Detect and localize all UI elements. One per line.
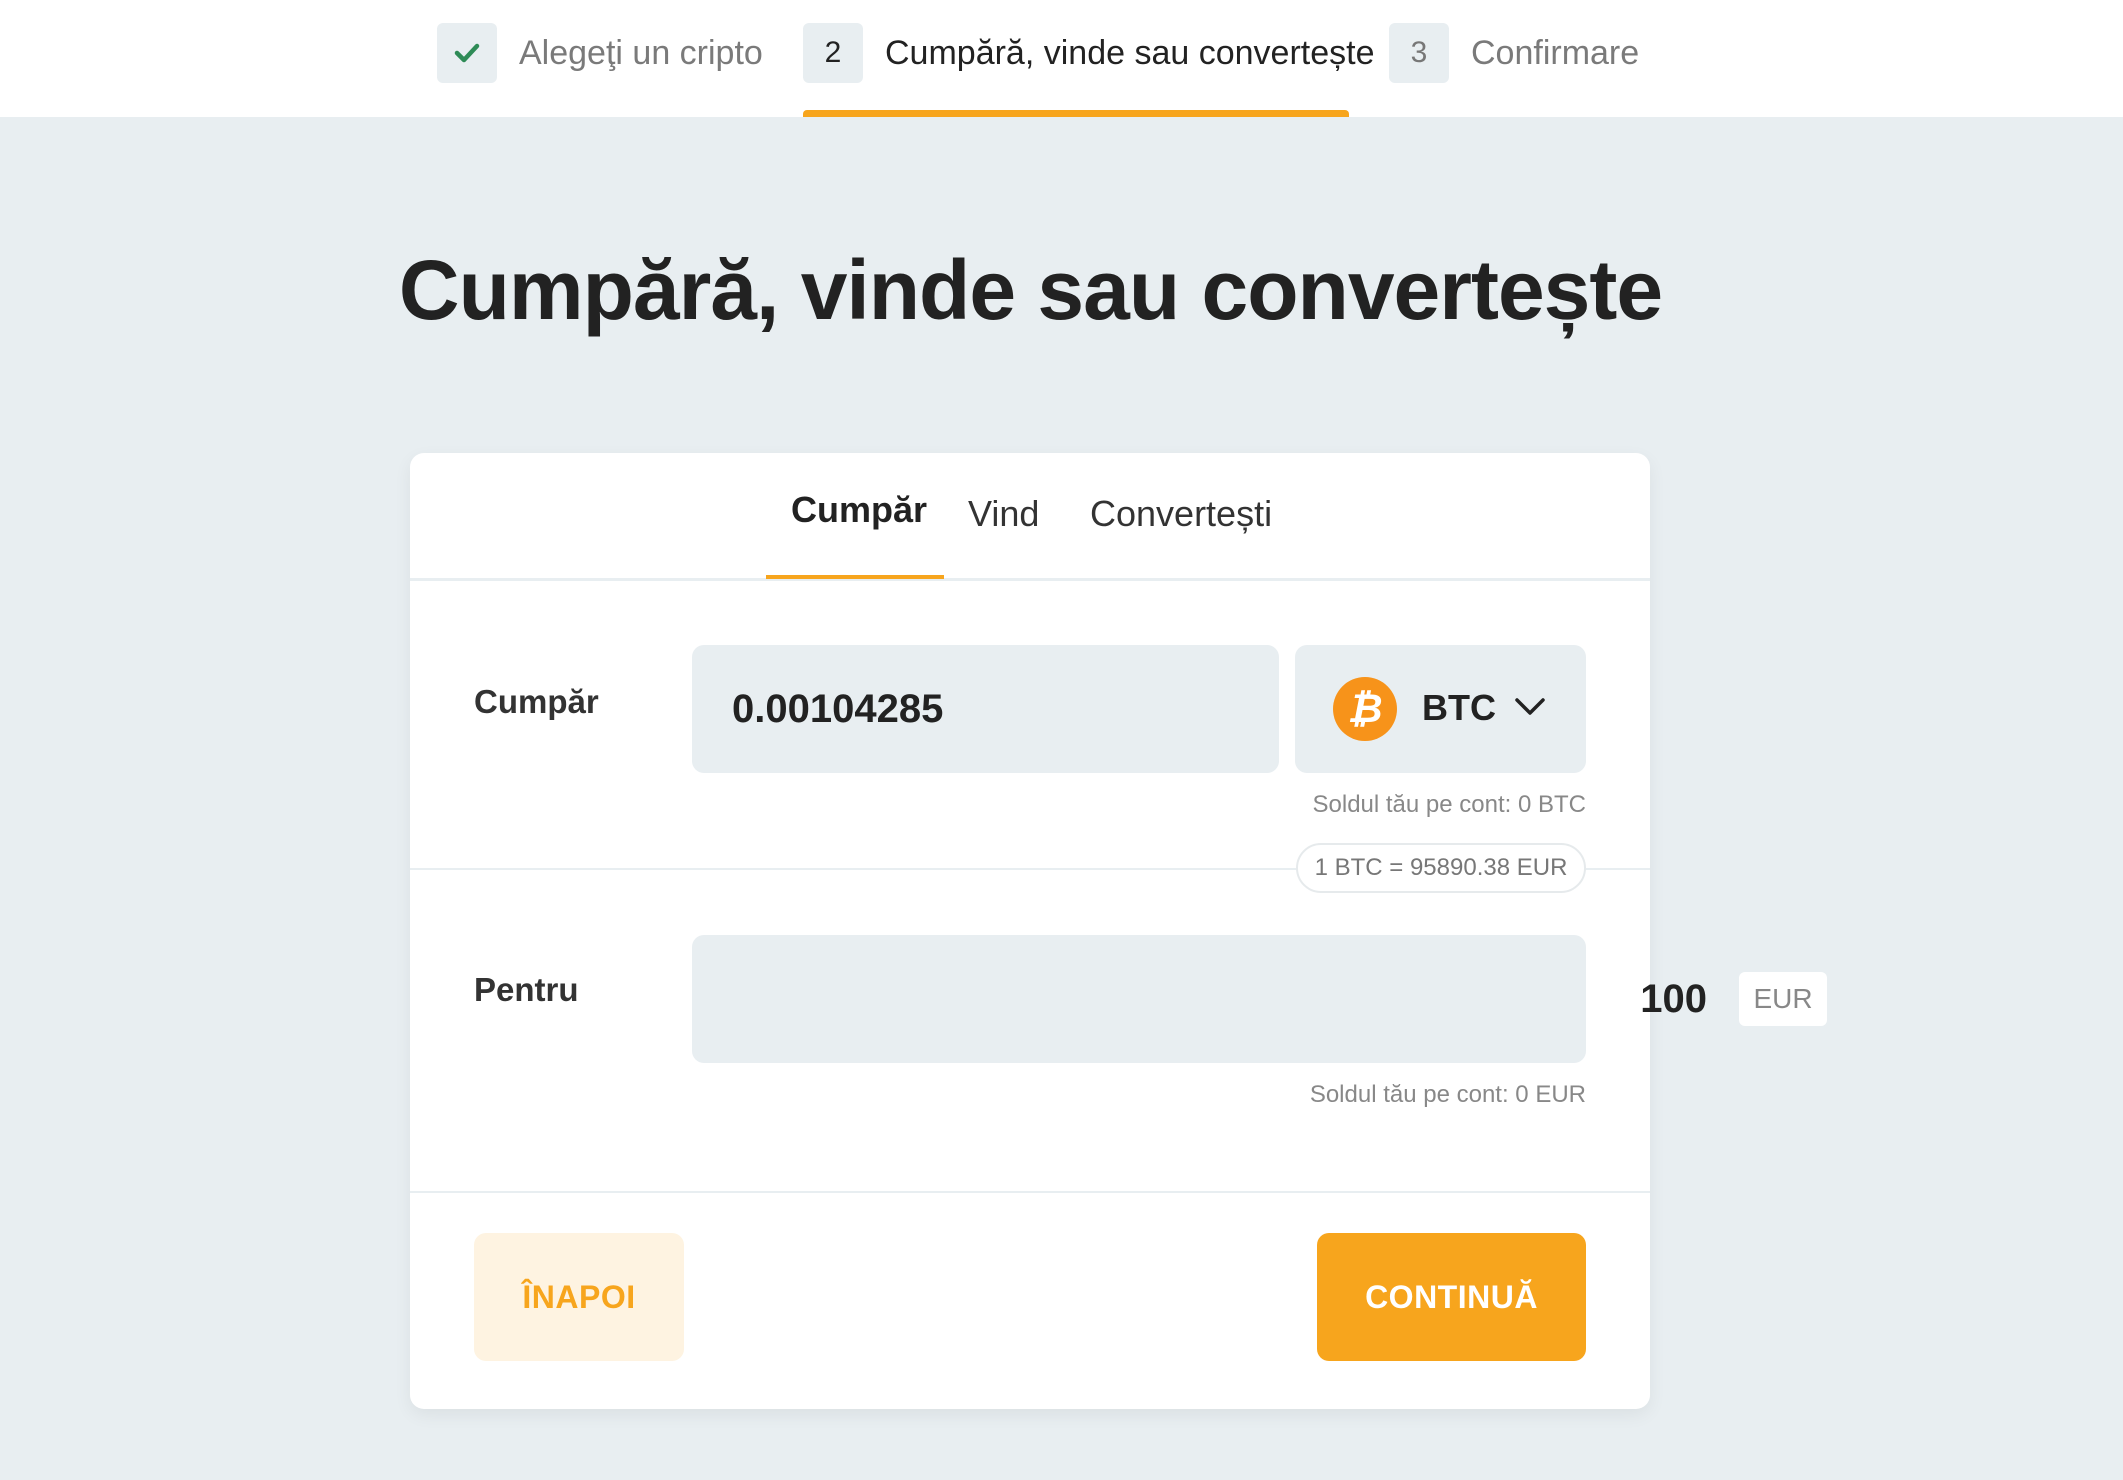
back-button[interactable]: ÎNAPOI (474, 1233, 684, 1361)
step-label: Alegeţi un cripto (519, 33, 763, 72)
check-icon (437, 23, 497, 83)
fiat-balance-hint: Soldul tău pe cont: 0 EUR (1309, 1081, 1586, 1108)
pay-label: Pentru (474, 971, 579, 1008)
pay-amount-input[interactable] (732, 973, 1707, 1025)
pay-amount-field[interactable]: EUR (692, 935, 1827, 1063)
crypto-balance-hint: Soldul tău pe cont: 0 BTC (1312, 791, 1587, 818)
step-choose-crypto[interactable]: Alegeţi un cripto (437, 22, 763, 84)
progress-stepper: Alegeţi un cripto 2 Cumpără, vinde sau c… (0, 0, 2123, 117)
crypto-code: BTC (1422, 687, 1496, 728)
tab-buy[interactable]: Cumpăr (791, 489, 927, 531)
tab-sell[interactable]: Vind (968, 493, 1039, 535)
footer-divider (410, 1191, 1650, 1193)
buy-amount-field[interactable] (692, 645, 1279, 773)
crypto-select[interactable]: ₿ BTC (1295, 645, 1586, 773)
step-number: 2 (803, 23, 863, 83)
step-label: Cumpără, vinde sau convertește (885, 33, 1375, 72)
active-step-indicator (803, 110, 1349, 117)
continue-button[interactable]: CONTINUĂ (1317, 1233, 1586, 1361)
step-confirm[interactable]: 3 Confirmare (1389, 22, 1639, 84)
step-buy-sell-convert[interactable]: 2 Cumpără, vinde sau convertește (803, 22, 1374, 84)
step-number: 3 (1389, 23, 1449, 83)
trade-tabs: Cumpăr Vind Convertești (410, 453, 1650, 581)
exchange-rate-badge: 1 BTC = 95890.38 EUR (1296, 843, 1586, 893)
chevron-down-icon (1515, 698, 1545, 715)
trade-card: Cumpăr Vind Convertești Cumpăr ₿ BTC Sol… (410, 453, 1827, 1409)
tab-convert[interactable]: Convertești (1090, 493, 1272, 535)
step-label: Confirmare (1471, 33, 1640, 72)
page-title: Cumpără, vinde sau convertește (398, 243, 1663, 337)
buy-label: Cumpăr (474, 683, 599, 720)
currency-chip: EUR (1739, 972, 1827, 1026)
buy-amount-input[interactable] (732, 683, 1252, 735)
active-tab-indicator (766, 575, 944, 579)
bitcoin-icon: ₿ (1333, 677, 1397, 741)
